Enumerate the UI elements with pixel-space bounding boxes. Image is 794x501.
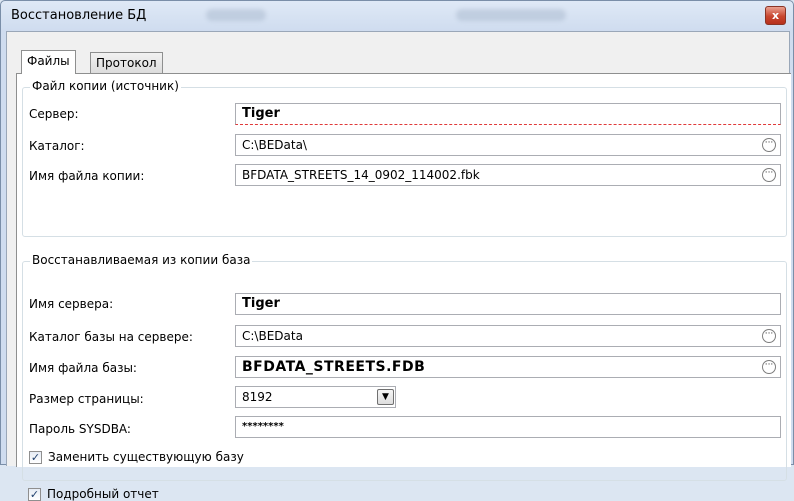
backup-file-value: BFDATA_STREETS_14_0902_114002.fbk [242,168,480,182]
source-group: Файл копии (источник) Сервер: Tiger Ката… [22,79,787,237]
backup-file-label: Имя файла копии: [29,169,145,183]
target-group: Восстанавливаемая из копии база Имя серв… [22,253,787,481]
tab-protocol[interactable]: Протокол [90,52,163,73]
window-title: Восстановление БД [11,8,147,23]
files-tab-panel: Файл копии (источник) Сервер: Tiger Ката… [16,73,791,501]
password-input[interactable]: ******** [235,416,781,438]
verbose-report-label[interactable]: Подробный отчет [47,487,159,501]
server-label: Сервер: [29,107,79,121]
replace-db-checkbox[interactable]: ✓ [29,451,42,464]
browse-catalog-icon[interactable]: ··· [762,138,776,152]
db-file-label: Имя файла базы: [29,361,137,375]
db-catalog-value: C:\BEData [242,329,303,343]
page-size-select[interactable]: 8192 ▼ [235,386,396,408]
target-server-input[interactable]: Tiger [235,293,781,315]
db-catalog-label: Каталог базы на сервере: [29,330,193,344]
title-bar[interactable]: Восстановление БД x [1,1,793,31]
title-blur [456,9,566,21]
browse-db-catalog-icon[interactable]: ··· [762,329,776,343]
tab-files[interactable]: Файлы [21,50,76,74]
chevron-down-icon[interactable]: ▼ [377,389,394,405]
title-blur [206,9,266,21]
target-group-title: Восстанавливаемая из копии база [30,253,253,267]
backup-file-input[interactable]: BFDATA_STREETS_14_0902_114002.fbk ··· [235,164,781,186]
close-icon: x [771,9,780,22]
catalog-label: Каталог: [29,139,85,153]
db-catalog-input[interactable]: C:\BEData ··· [235,325,781,347]
db-file-value: BFDATA_STREETS.FDB [242,359,426,375]
restore-db-window: Восстановление БД x Файлы Протокол Файл … [0,0,794,501]
browse-backup-file-icon[interactable]: ··· [762,168,776,182]
source-group-title: Файл копии (источник) [30,79,181,93]
server-input[interactable]: Tiger [235,103,781,125]
catalog-input[interactable]: C:\BEData\ ··· [235,134,781,156]
replace-db-label[interactable]: Заменить существующую базу [48,450,244,464]
page-size-label: Размер страницы: [29,392,144,406]
db-file-input[interactable]: BFDATA_STREETS.FDB ··· [235,356,781,378]
dialog-client: Файлы Протокол Файл копии (источник) Сер… [6,31,791,501]
browse-db-file-icon[interactable]: ··· [762,360,776,374]
target-server-label: Имя сервера: [29,297,114,311]
verbose-report-checkbox[interactable]: ✓ [28,488,41,501]
close-button[interactable]: x [765,6,786,25]
catalog-value: C:\BEData\ [242,138,307,152]
page-size-value: 8192 [242,390,273,404]
password-label: Пароль SYSDBA: [29,422,131,436]
